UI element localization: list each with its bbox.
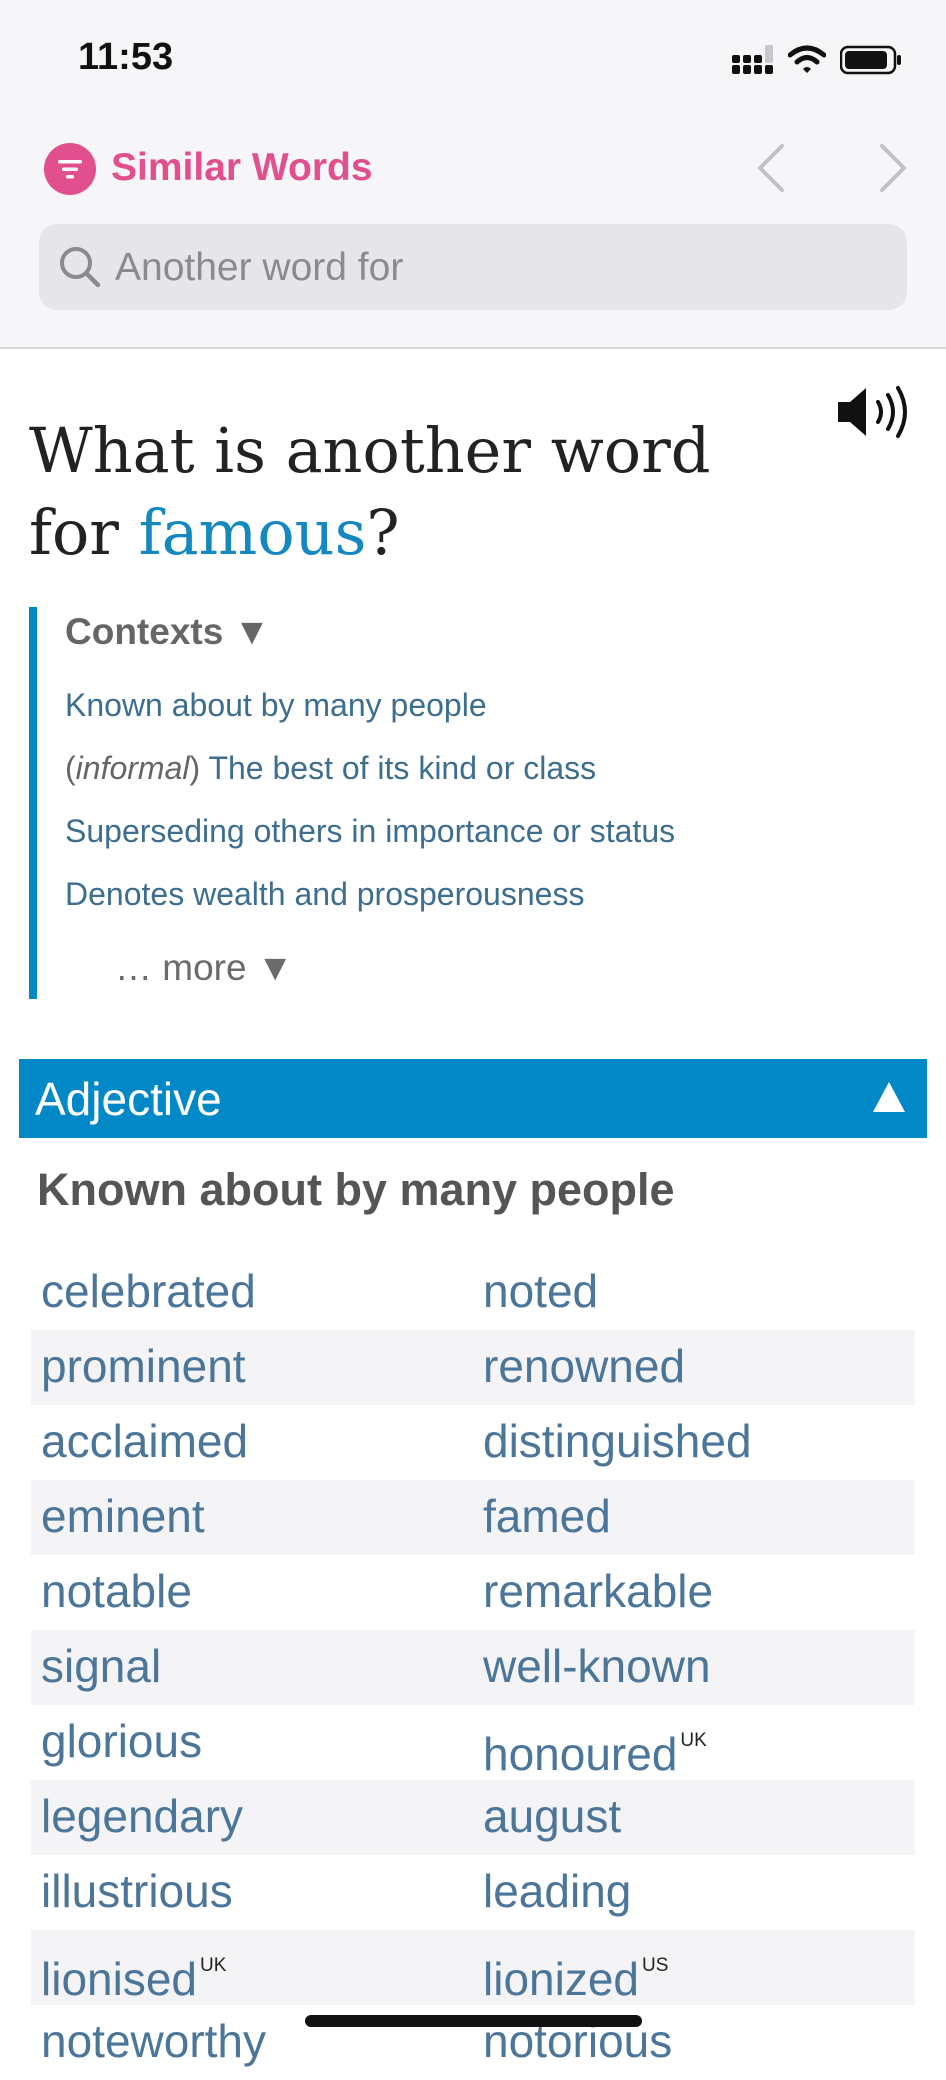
back-button[interactable] bbox=[748, 140, 798, 196]
app-title[interactable]: Similar Words bbox=[111, 146, 373, 190]
synonym-row: acclaimed distinguished bbox=[31, 1405, 915, 1480]
synonym-link[interactable]: legendary bbox=[41, 1786, 243, 1846]
region-tag: US bbox=[642, 1955, 669, 1976]
page-title: What is another word for famous? bbox=[29, 410, 789, 574]
synonym-row: glorious honoured UK bbox=[31, 1705, 915, 1780]
synonym-link[interactable]: lionized US bbox=[483, 1936, 668, 2009]
synonym-link[interactable]: august bbox=[483, 1786, 621, 1846]
synonym-word: famed bbox=[483, 1490, 611, 1542]
synonym-word: lionized bbox=[483, 1953, 639, 2005]
synonym-word: remarkable bbox=[483, 1565, 714, 1617]
synonym-word: celebrated bbox=[41, 1265, 256, 1317]
synonym-word: leading bbox=[483, 1865, 632, 1917]
pronounce-button[interactable] bbox=[836, 384, 916, 445]
synonym-row: notable remarkable bbox=[31, 1555, 915, 1630]
title-suffix: ? bbox=[366, 496, 400, 569]
sense-title: Known about by many people bbox=[37, 1164, 675, 1215]
context-link[interactable]: Superseding others in importance or stat… bbox=[65, 813, 675, 850]
top-bar: 11:53 Similar Words bbox=[0, 0, 946, 349]
search-input[interactable] bbox=[113, 224, 877, 312]
synonym-row: eminent famed bbox=[31, 1480, 915, 1555]
synonym-grid: celebrated noted prominent renowned acclaime… bbox=[31, 1255, 915, 2080]
synonym-link[interactable]: prominent bbox=[41, 1336, 246, 1396]
synonym-row: celebrated noted bbox=[31, 1255, 915, 1330]
synonym-link[interactable]: eminent bbox=[41, 1486, 205, 1546]
search-field[interactable] bbox=[39, 224, 907, 312]
synonym-word: distinguished bbox=[483, 1415, 752, 1467]
synonym-row: legendary august bbox=[31, 1780, 915, 1855]
contexts-toggle[interactable]: Contexts ▼ bbox=[65, 611, 270, 653]
forward-button[interactable] bbox=[866, 140, 916, 196]
synonym-link[interactable]: famed bbox=[483, 1486, 611, 1546]
synonym-word: noted bbox=[483, 1265, 599, 1317]
context-tag: informal bbox=[75, 750, 190, 786]
synonym-word: acclaimed bbox=[41, 1415, 249, 1467]
search-icon bbox=[60, 247, 101, 288]
synonym-link[interactable]: signal bbox=[41, 1636, 161, 1696]
contexts-panel: Contexts ▼ Known about by many people (i… bbox=[29, 607, 897, 999]
synonym-link[interactable]: honoured UK bbox=[483, 1711, 707, 1784]
synonym-word: eminent bbox=[41, 1490, 205, 1542]
synonym-row: illustrious leading bbox=[31, 1855, 915, 1930]
synonym-word: glorious bbox=[41, 1715, 203, 1767]
synonym-word: august bbox=[483, 1790, 622, 1842]
synonym-word: notable bbox=[41, 1565, 192, 1617]
chevron-left-icon bbox=[758, 144, 784, 192]
part-of-speech-header[interactable]: Adjective bbox=[19, 1059, 927, 1138]
filter-logo-icon[interactable] bbox=[44, 143, 96, 195]
synonym-word: noteworthy bbox=[41, 2015, 267, 2067]
synonym-link[interactable]: noted bbox=[483, 1261, 598, 1321]
synonym-word: lionised bbox=[41, 1953, 197, 2005]
synonym-link[interactable]: glorious bbox=[41, 1711, 202, 1771]
context-link[interactable]: Denotes wealth and prosperousness bbox=[65, 876, 584, 913]
synonym-word: honoured bbox=[483, 1728, 678, 1780]
battery-icon bbox=[840, 45, 901, 75]
synonym-word: well-known bbox=[483, 1640, 711, 1692]
synonym-link[interactable]: leading bbox=[483, 1861, 631, 1921]
region-tag: UK bbox=[680, 1730, 707, 1751]
synonym-link[interactable]: illustrious bbox=[41, 1861, 233, 1921]
region-tag: UK bbox=[200, 1955, 227, 1976]
synonym-word: prominent bbox=[41, 1340, 246, 1392]
signal-icon bbox=[732, 45, 773, 74]
home-indicator bbox=[305, 2015, 642, 2027]
title-word: famous bbox=[138, 496, 367, 569]
synonym-link[interactable]: remarkable bbox=[483, 1561, 713, 1621]
synonym-link[interactable]: noteworthy bbox=[41, 2011, 266, 2071]
synonym-row: prominent renowned bbox=[31, 1330, 915, 1405]
synonym-link[interactable]: notable bbox=[41, 1561, 192, 1621]
synonym-word: signal bbox=[41, 1640, 162, 1692]
synonym-row: signal well-known bbox=[31, 1630, 915, 1705]
more-contexts-button[interactable]: … more ▼ bbox=[115, 947, 293, 989]
context-link[interactable]: Known about by many people bbox=[65, 687, 487, 724]
status-icons bbox=[732, 42, 902, 78]
synonym-link[interactable]: acclaimed bbox=[41, 1411, 248, 1471]
context-link[interactable]: (informal) The best of its kind or class bbox=[65, 750, 596, 787]
status-time: 11:53 bbox=[78, 36, 174, 78]
synonym-row: lionised UK lionized US bbox=[31, 1930, 915, 2005]
chevron-right-icon bbox=[880, 144, 906, 192]
synonym-word: legendary bbox=[41, 1790, 244, 1842]
synonym-word: renowned bbox=[483, 1340, 686, 1392]
synonym-link[interactable]: distinguished bbox=[483, 1411, 752, 1471]
wifi-icon bbox=[788, 45, 826, 73]
synonym-link[interactable]: well-known bbox=[483, 1636, 711, 1696]
synonym-link[interactable]: renowned bbox=[483, 1336, 685, 1396]
part-of-speech-label: Adjective bbox=[35, 1073, 222, 1125]
synonym-link[interactable]: lionised UK bbox=[41, 1936, 226, 2009]
synonym-link[interactable]: celebrated bbox=[41, 1261, 256, 1321]
triangle-up-icon[interactable] bbox=[871, 1079, 907, 1115]
speaker-icon bbox=[838, 386, 907, 438]
synonym-word: illustrious bbox=[41, 1865, 233, 1917]
